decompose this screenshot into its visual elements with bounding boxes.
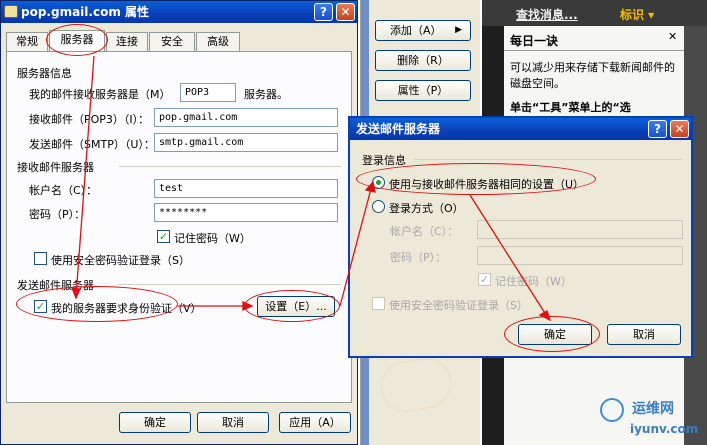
arrow-head-icon [538, 310, 552, 322]
annotation-arrows [70, 55, 552, 322]
arrow-tab-to-auth [75, 55, 95, 297]
arrow-same-to-ok [469, 194, 549, 319]
arrow-head-icon [70, 287, 81, 300]
arrow-head-icon [242, 300, 254, 312]
arrow-settings-to-same [339, 184, 373, 307]
arrow-head-icon [364, 180, 376, 193]
watermark-line1: 运维网 [632, 401, 674, 417]
watermark-logo-icon [600, 398, 624, 422]
watermark-line2: iyunv.com [630, 422, 699, 436]
